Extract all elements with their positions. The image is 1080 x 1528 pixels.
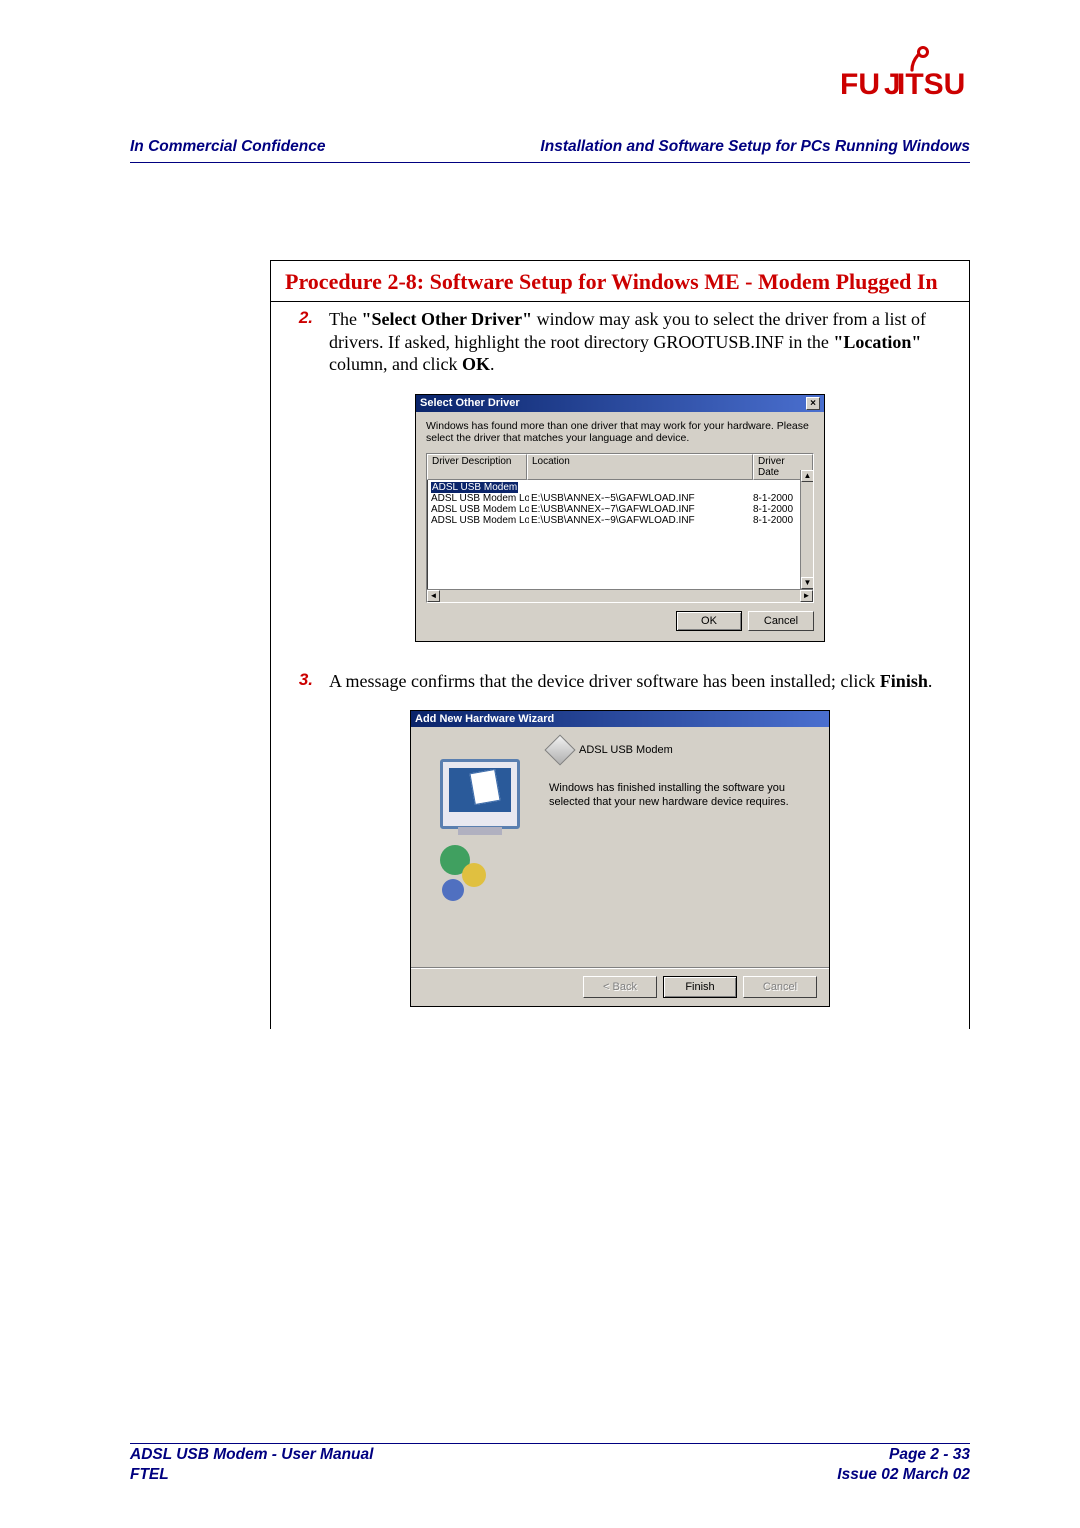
select-other-driver-window: Select Other Driver × Windows has found … xyxy=(415,394,825,642)
cancel-button[interactable]: Cancel xyxy=(748,611,814,631)
ok-button[interactable]: OK xyxy=(676,611,742,631)
step-3-bold: Finish xyxy=(880,671,928,691)
wizard-message: Windows has finished installing the soft… xyxy=(549,781,815,810)
device-icon xyxy=(544,735,575,766)
gear-icon xyxy=(442,879,464,901)
cancel-button: Cancel xyxy=(743,976,817,998)
footer-page-number: Page 2 - 33 xyxy=(837,1445,970,1464)
page: FU J ITSU In Commercial Confidence Insta… xyxy=(0,0,1080,1528)
select-other-driver-screenshot: Select Other Driver × Windows has found … xyxy=(285,394,955,642)
header-rule xyxy=(130,162,970,163)
page-header: In Commercial Confidence Installation an… xyxy=(130,138,970,156)
step-2-bold: "Select Other Driver" xyxy=(361,309,532,329)
step-2-body: The "Select Other Driver" window may ask… xyxy=(329,308,955,376)
step-3-text: . xyxy=(928,671,933,691)
driver-list[interactable]: Driver Description Location Driver Date … xyxy=(426,453,814,603)
scroll-left-icon[interactable]: ◄ xyxy=(427,590,440,602)
step-2-text: column, and click xyxy=(329,354,462,374)
step-3: 3. A message confirms that the device dr… xyxy=(271,664,969,1030)
window-titlebar: Select Other Driver × xyxy=(416,395,824,412)
driver-loc: E:\USB\ANNEX-~7\GAFWLOAD.INF xyxy=(529,504,751,515)
footer-issue: Issue 02 March 02 xyxy=(837,1465,970,1484)
footer-rule xyxy=(130,1443,970,1444)
finish-button[interactable]: Finish xyxy=(663,976,737,998)
driver-loc: E:\USB\ANNEX-~9\GAFWLOAD.INF xyxy=(529,515,751,526)
driver-row[interactable]: ADSL USB Modem Loa... E:\USB\ANNEX-~5\GA… xyxy=(427,493,813,504)
step-2-bold: "Location" xyxy=(833,332,921,352)
driver-loc: E:\GROOTUSB.INF xyxy=(529,482,751,493)
step-2-text: . xyxy=(490,354,495,374)
procedure-box: Procedure 2-8: Software Setup for Window… xyxy=(270,260,970,1029)
driver-desc: ADSL USB Modem Loa... xyxy=(429,515,529,526)
add-new-hardware-window: Add New Hardware Wizard xyxy=(410,710,830,1007)
fujitsu-logo: FU J ITSU xyxy=(840,44,970,104)
page-footer: ADSL USB Modem - User Manual FTEL Page 2… xyxy=(130,1445,970,1484)
horizontal-scrollbar[interactable]: ◄ ► xyxy=(427,589,813,602)
scroll-right-icon[interactable]: ► xyxy=(800,590,813,602)
close-icon[interactable]: × xyxy=(806,397,820,410)
window-titlebar: Add New Hardware Wizard xyxy=(411,711,829,727)
scroll-up-icon[interactable]: ▲ xyxy=(801,470,814,482)
window-message: Windows has found more than one driver t… xyxy=(426,420,814,445)
footer-manual-title: ADSL USB Modem - User Manual xyxy=(130,1445,373,1464)
col-driver-description[interactable]: Driver Description xyxy=(427,454,527,480)
wizard-device-row: ADSL USB Modem xyxy=(549,739,815,761)
svg-text:FU: FU xyxy=(840,68,880,101)
driver-desc: ADSL USB Modem Loa... xyxy=(429,504,529,515)
driver-rows: ADSL USB Modem E:\GROOTUSB.INF 5-4-2001 … xyxy=(427,480,813,528)
wizard-device-name: ADSL USB Modem xyxy=(579,744,673,756)
driver-row[interactable]: ADSL USB Modem Loa... E:\USB\ANNEX-~7\GA… xyxy=(427,504,813,515)
driver-list-header: Driver Description Location Driver Date xyxy=(427,454,813,480)
wizard-sidebar-image xyxy=(425,739,535,955)
window-title: Add New Hardware Wizard xyxy=(415,713,554,725)
back-button: < Back xyxy=(583,976,657,998)
document-icon xyxy=(469,769,500,805)
window-title: Select Other Driver xyxy=(420,397,520,409)
gear-icon xyxy=(462,863,486,887)
step-2-text: The xyxy=(329,309,361,329)
driver-row[interactable]: ADSL USB Modem Loa... E:\USB\ANNEX-~9\GA… xyxy=(427,515,813,526)
step-2-bold: OK xyxy=(462,354,490,374)
driver-row[interactable]: ADSL USB Modem E:\GROOTUSB.INF 5-4-2001 xyxy=(427,482,813,493)
step-3-text: A message confirms that the device drive… xyxy=(329,671,880,691)
header-right: Installation and Software Setup for PCs … xyxy=(540,138,970,156)
header-left: In Commercial Confidence xyxy=(130,138,326,156)
step-2: 2. The "Select Other Driver" window may … xyxy=(271,302,969,664)
driver-desc: ADSL USB Modem xyxy=(431,482,518,493)
vertical-scrollbar[interactable]: ▲ ▼ xyxy=(800,470,813,589)
footer-company: FTEL xyxy=(130,1465,373,1484)
step-3-number: 3. xyxy=(285,670,313,693)
driver-desc: ADSL USB Modem Loa... xyxy=(429,493,529,504)
add-new-hardware-screenshot: Add New Hardware Wizard xyxy=(285,710,955,1007)
driver-loc: E:\USB\ANNEX-~5\GAFWLOAD.INF xyxy=(529,493,751,504)
scroll-down-icon[interactable]: ▼ xyxy=(801,577,814,589)
col-location[interactable]: Location xyxy=(527,454,753,480)
step-2-number: 2. xyxy=(285,308,313,376)
procedure-title: Procedure 2-8: Software Setup for Window… xyxy=(271,261,969,302)
svg-text:ITSU: ITSU xyxy=(897,68,965,101)
step-3-body: A message confirms that the device drive… xyxy=(329,670,955,693)
